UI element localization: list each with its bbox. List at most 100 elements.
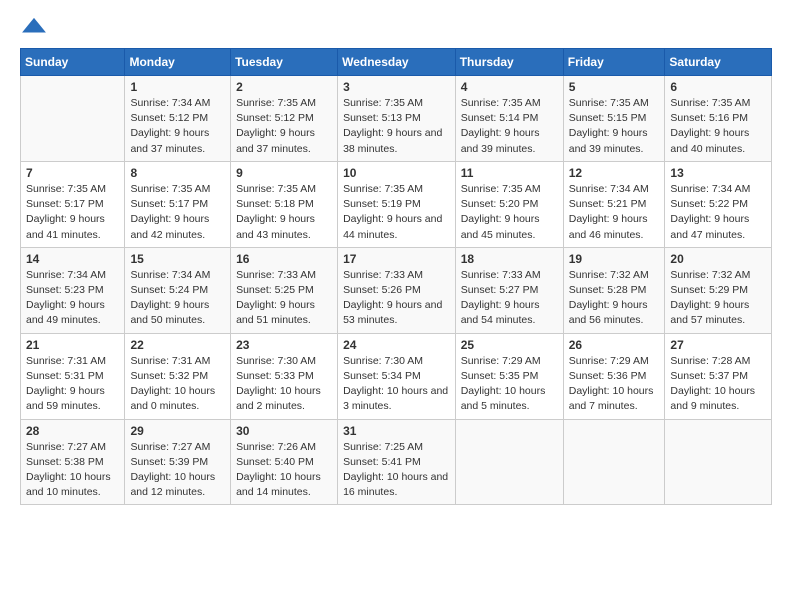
day-number: 12	[569, 166, 660, 180]
day-detail: Sunrise: 7:35 AMSunset: 5:19 PMDaylight:…	[343, 183, 442, 241]
day-detail: Sunrise: 7:27 AMSunset: 5:39 PMDaylight:…	[130, 441, 215, 499]
calendar-week-2: 7 Sunrise: 7:35 AMSunset: 5:17 PMDayligh…	[21, 161, 772, 247]
day-detail: Sunrise: 7:31 AMSunset: 5:31 PMDaylight:…	[26, 355, 106, 413]
calendar-table: SundayMondayTuesdayWednesdayThursdayFrid…	[20, 48, 772, 505]
generalblue-logo-icon	[20, 16, 48, 38]
day-number: 9	[236, 166, 332, 180]
day-detail: Sunrise: 7:34 AMSunset: 5:21 PMDaylight:…	[569, 183, 649, 241]
day-detail: Sunrise: 7:29 AMSunset: 5:36 PMDaylight:…	[569, 355, 654, 413]
calendar-cell: 7 Sunrise: 7:35 AMSunset: 5:17 PMDayligh…	[21, 161, 125, 247]
calendar-cell: 25 Sunrise: 7:29 AMSunset: 5:35 PMDaylig…	[455, 333, 563, 419]
day-detail: Sunrise: 7:35 AMSunset: 5:13 PMDaylight:…	[343, 97, 442, 155]
day-detail: Sunrise: 7:35 AMSunset: 5:12 PMDaylight:…	[236, 97, 316, 155]
day-detail: Sunrise: 7:35 AMSunset: 5:18 PMDaylight:…	[236, 183, 316, 241]
day-detail: Sunrise: 7:32 AMSunset: 5:28 PMDaylight:…	[569, 269, 649, 327]
day-header-monday: Monday	[125, 49, 231, 76]
day-number: 5	[569, 80, 660, 94]
day-number: 20	[670, 252, 766, 266]
day-detail: Sunrise: 7:31 AMSunset: 5:32 PMDaylight:…	[130, 355, 215, 413]
day-number: 6	[670, 80, 766, 94]
day-detail: Sunrise: 7:35 AMSunset: 5:14 PMDaylight:…	[461, 97, 541, 155]
calendar-cell: 5 Sunrise: 7:35 AMSunset: 5:15 PMDayligh…	[563, 76, 665, 162]
day-number: 19	[569, 252, 660, 266]
calendar-cell: 3 Sunrise: 7:35 AMSunset: 5:13 PMDayligh…	[338, 76, 456, 162]
day-number: 28	[26, 424, 119, 438]
day-number: 2	[236, 80, 332, 94]
calendar-cell: 10 Sunrise: 7:35 AMSunset: 5:19 PMDaylig…	[338, 161, 456, 247]
day-header-sunday: Sunday	[21, 49, 125, 76]
day-number: 26	[569, 338, 660, 352]
day-detail: Sunrise: 7:32 AMSunset: 5:29 PMDaylight:…	[670, 269, 750, 327]
day-number: 21	[26, 338, 119, 352]
calendar-cell: 2 Sunrise: 7:35 AMSunset: 5:12 PMDayligh…	[231, 76, 338, 162]
calendar-cell: 4 Sunrise: 7:35 AMSunset: 5:14 PMDayligh…	[455, 76, 563, 162]
calendar-header-row: SundayMondayTuesdayWednesdayThursdayFrid…	[21, 49, 772, 76]
day-detail: Sunrise: 7:33 AMSunset: 5:25 PMDaylight:…	[236, 269, 316, 327]
calendar-cell: 21 Sunrise: 7:31 AMSunset: 5:31 PMDaylig…	[21, 333, 125, 419]
calendar-cell	[455, 419, 563, 505]
day-number: 31	[343, 424, 450, 438]
day-detail: Sunrise: 7:33 AMSunset: 5:27 PMDaylight:…	[461, 269, 541, 327]
calendar-cell: 6 Sunrise: 7:35 AMSunset: 5:16 PMDayligh…	[665, 76, 772, 162]
day-header-saturday: Saturday	[665, 49, 772, 76]
day-number: 7	[26, 166, 119, 180]
calendar-cell: 1 Sunrise: 7:34 AMSunset: 5:12 PMDayligh…	[125, 76, 231, 162]
day-detail: Sunrise: 7:25 AMSunset: 5:41 PMDaylight:…	[343, 441, 448, 499]
calendar-cell: 27 Sunrise: 7:28 AMSunset: 5:37 PMDaylig…	[665, 333, 772, 419]
calendar-cell: 28 Sunrise: 7:27 AMSunset: 5:38 PMDaylig…	[21, 419, 125, 505]
calendar-week-1: 1 Sunrise: 7:34 AMSunset: 5:12 PMDayligh…	[21, 76, 772, 162]
day-detail: Sunrise: 7:34 AMSunset: 5:23 PMDaylight:…	[26, 269, 106, 327]
calendar-cell: 29 Sunrise: 7:27 AMSunset: 5:39 PMDaylig…	[125, 419, 231, 505]
day-detail: Sunrise: 7:35 AMSunset: 5:17 PMDaylight:…	[130, 183, 210, 241]
day-number: 10	[343, 166, 450, 180]
calendar-cell: 30 Sunrise: 7:26 AMSunset: 5:40 PMDaylig…	[231, 419, 338, 505]
calendar-cell: 15 Sunrise: 7:34 AMSunset: 5:24 PMDaylig…	[125, 247, 231, 333]
day-number: 16	[236, 252, 332, 266]
day-number: 29	[130, 424, 225, 438]
calendar-cell	[563, 419, 665, 505]
day-header-thursday: Thursday	[455, 49, 563, 76]
day-number: 30	[236, 424, 332, 438]
calendar-week-3: 14 Sunrise: 7:34 AMSunset: 5:23 PMDaylig…	[21, 247, 772, 333]
logo	[20, 16, 48, 38]
day-number: 1	[130, 80, 225, 94]
day-detail: Sunrise: 7:30 AMSunset: 5:34 PMDaylight:…	[343, 355, 448, 413]
day-detail: Sunrise: 7:27 AMSunset: 5:38 PMDaylight:…	[26, 441, 111, 499]
calendar-cell: 12 Sunrise: 7:34 AMSunset: 5:21 PMDaylig…	[563, 161, 665, 247]
day-header-tuesday: Tuesday	[231, 49, 338, 76]
calendar-cell: 26 Sunrise: 7:29 AMSunset: 5:36 PMDaylig…	[563, 333, 665, 419]
calendar-cell	[665, 419, 772, 505]
calendar-week-5: 28 Sunrise: 7:27 AMSunset: 5:38 PMDaylig…	[21, 419, 772, 505]
day-detail: Sunrise: 7:34 AMSunset: 5:12 PMDaylight:…	[130, 97, 210, 155]
day-detail: Sunrise: 7:35 AMSunset: 5:15 PMDaylight:…	[569, 97, 649, 155]
day-header-wednesday: Wednesday	[338, 49, 456, 76]
day-number: 18	[461, 252, 558, 266]
calendar-cell: 9 Sunrise: 7:35 AMSunset: 5:18 PMDayligh…	[231, 161, 338, 247]
day-number: 4	[461, 80, 558, 94]
day-number: 25	[461, 338, 558, 352]
day-number: 3	[343, 80, 450, 94]
day-detail: Sunrise: 7:26 AMSunset: 5:40 PMDaylight:…	[236, 441, 321, 499]
calendar-cell: 24 Sunrise: 7:30 AMSunset: 5:34 PMDaylig…	[338, 333, 456, 419]
calendar-cell: 23 Sunrise: 7:30 AMSunset: 5:33 PMDaylig…	[231, 333, 338, 419]
day-detail: Sunrise: 7:33 AMSunset: 5:26 PMDaylight:…	[343, 269, 442, 327]
day-number: 27	[670, 338, 766, 352]
calendar-cell: 20 Sunrise: 7:32 AMSunset: 5:29 PMDaylig…	[665, 247, 772, 333]
day-detail: Sunrise: 7:34 AMSunset: 5:22 PMDaylight:…	[670, 183, 750, 241]
calendar-cell: 11 Sunrise: 7:35 AMSunset: 5:20 PMDaylig…	[455, 161, 563, 247]
day-number: 23	[236, 338, 332, 352]
day-detail: Sunrise: 7:29 AMSunset: 5:35 PMDaylight:…	[461, 355, 546, 413]
calendar-cell: 8 Sunrise: 7:35 AMSunset: 5:17 PMDayligh…	[125, 161, 231, 247]
day-detail: Sunrise: 7:30 AMSunset: 5:33 PMDaylight:…	[236, 355, 321, 413]
day-number: 14	[26, 252, 119, 266]
day-number: 22	[130, 338, 225, 352]
header	[20, 16, 772, 38]
day-detail: Sunrise: 7:28 AMSunset: 5:37 PMDaylight:…	[670, 355, 755, 413]
calendar-week-4: 21 Sunrise: 7:31 AMSunset: 5:31 PMDaylig…	[21, 333, 772, 419]
calendar-cell: 19 Sunrise: 7:32 AMSunset: 5:28 PMDaylig…	[563, 247, 665, 333]
day-detail: Sunrise: 7:35 AMSunset: 5:17 PMDaylight:…	[26, 183, 106, 241]
calendar-cell: 13 Sunrise: 7:34 AMSunset: 5:22 PMDaylig…	[665, 161, 772, 247]
day-number: 24	[343, 338, 450, 352]
day-number: 13	[670, 166, 766, 180]
day-number: 8	[130, 166, 225, 180]
